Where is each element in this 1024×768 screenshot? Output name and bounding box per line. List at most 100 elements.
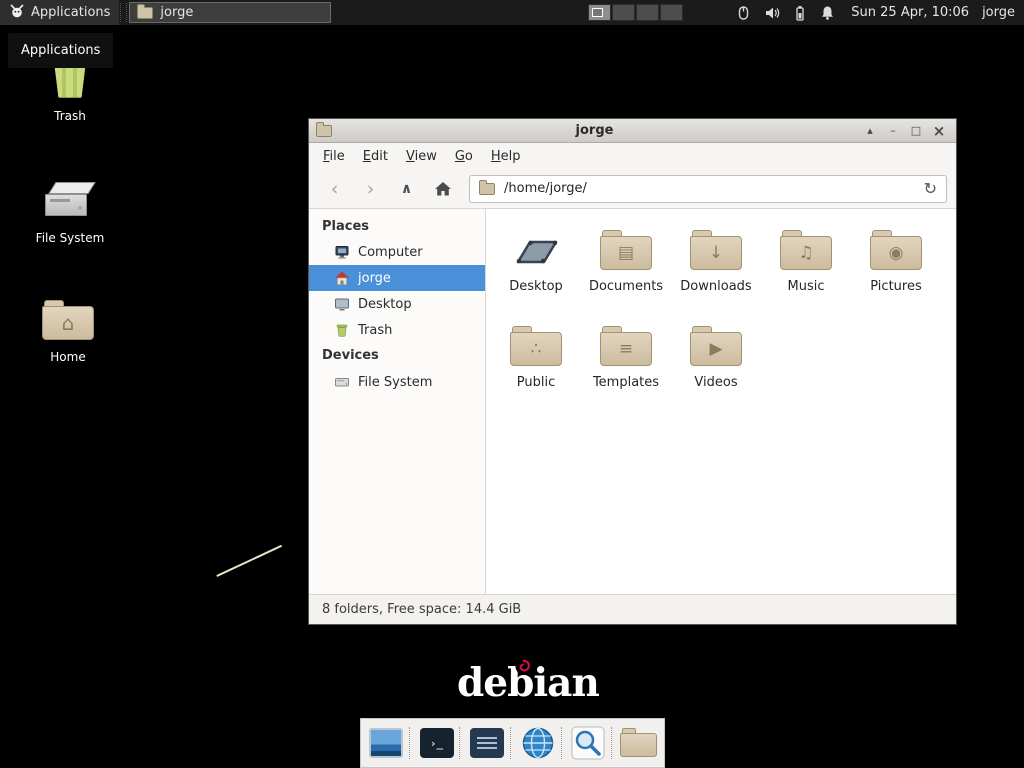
file-item-music[interactable]: ♫ Music [761, 225, 851, 321]
battery-icon[interactable] [791, 4, 808, 21]
desktop-icon [334, 296, 350, 312]
terminal-icon: ›_ [420, 728, 454, 758]
workspace-3[interactable] [636, 4, 659, 21]
desktop-icon-label: Trash [22, 109, 118, 123]
dock-separator [459, 727, 464, 759]
volume-icon[interactable] [763, 4, 780, 21]
text-terminal-icon [470, 728, 504, 758]
file-item-downloads[interactable]: ↓ Downloads [671, 225, 761, 321]
public-folder-icon: ∴ [509, 325, 563, 367]
user-menu[interactable]: jorge [982, 5, 1015, 20]
sidebar-header-places: Places [309, 215, 485, 239]
file-item-label: Documents [589, 279, 663, 294]
minimize-button[interactable]: – [883, 122, 903, 140]
dock-text-terminal-button[interactable] [466, 722, 508, 764]
computer-icon [334, 244, 350, 260]
reload-icon[interactable]: ↻ [924, 179, 937, 198]
back-button[interactable]: ‹ [318, 175, 351, 203]
statusbar: 8 folders, Free space: 14.4 GiB [309, 594, 956, 624]
file-item-pictures[interactable]: ◉ Pictures [851, 225, 941, 321]
applications-menu-button[interactable]: Applications [0, 0, 119, 25]
sidebar-header-devices: Devices [309, 343, 485, 369]
home-icon [433, 180, 453, 198]
dock-web-browser-button[interactable] [517, 722, 559, 764]
notifications-bell-icon[interactable] [819, 4, 836, 21]
file-item-label: Templates [593, 375, 659, 390]
downloads-folder-icon: ↓ [689, 229, 743, 271]
maximize-button[interactable]: □ [906, 122, 926, 140]
desktop-icon-home[interactable]: ⌂ Home [20, 291, 116, 364]
trash-icon [334, 322, 350, 338]
desktop-icon [369, 728, 403, 758]
dock-terminal-button[interactable]: ›_ [416, 722, 458, 764]
path-folder-icon [479, 183, 495, 195]
panel-separator-handle[interactable] [120, 3, 127, 22]
applications-menu-label: Applications [31, 5, 110, 20]
menu-edit[interactable]: Edit [354, 145, 397, 168]
shade-button[interactable]: ▴ [860, 122, 880, 140]
desktop-icon-filesystem[interactable]: File System [22, 172, 118, 245]
workspace-switcher[interactable] [588, 4, 683, 21]
file-item-videos[interactable]: ▶ Videos [671, 321, 761, 417]
file-item-documents[interactable]: ▤ Documents [581, 225, 671, 321]
menu-go[interactable]: Go [446, 145, 482, 168]
window-title: jorge [332, 123, 857, 138]
sidebar-item-trash[interactable]: Trash [309, 317, 485, 343]
desktop-workspace-icon [509, 229, 563, 271]
system-tray [735, 4, 836, 21]
window-titlebar[interactable]: jorge ▴ – □ × [309, 119, 956, 143]
sidebar-item-label: Trash [358, 323, 392, 338]
desktop-icon-label: Home [20, 350, 116, 364]
sidebar-item-label: jorge [358, 271, 391, 286]
debian-swirl-icon [515, 658, 532, 675]
menu-file[interactable]: File [314, 145, 354, 168]
videos-folder-icon: ▶ [689, 325, 743, 367]
documents-folder-icon: ▤ [599, 229, 653, 271]
path-text: /home/jorge/ [504, 181, 587, 196]
sidebar-item-file-system[interactable]: File System [309, 369, 485, 395]
file-item-templates[interactable]: ≡ Templates [581, 321, 671, 417]
path-bar[interactable]: /home/jorge/ ↻ [469, 175, 947, 203]
dock-desktop-button[interactable] [365, 722, 407, 764]
close-button[interactable]: × [929, 122, 949, 140]
dock-separator [510, 727, 515, 759]
file-item-label: Pictures [870, 279, 921, 294]
menu-help[interactable]: Help [482, 145, 530, 168]
sidebar-item-label: File System [358, 375, 432, 390]
mouse-settings-icon[interactable] [735, 4, 752, 21]
sidebar-item-jorge[interactable]: jorge [309, 265, 485, 291]
workspace-window-outline [592, 8, 603, 17]
clock[interactable]: Sun 25 Apr, 10:06 [851, 5, 969, 20]
sidebar-item-label: Desktop [358, 297, 412, 312]
dock-file-manager-button[interactable] [618, 722, 660, 764]
dock-separator [561, 727, 566, 759]
home-folder-icon: ⌂ [20, 291, 116, 341]
workspace-2[interactable] [612, 4, 635, 21]
top-panel: Applications jorge [0, 0, 1024, 25]
file-manager-window: jorge ▴ – □ × File Edit View Go Help ‹ ›… [308, 118, 957, 625]
hard-drive-icon [22, 172, 118, 222]
home-button[interactable] [426, 175, 459, 203]
file-icon-view: Desktop ▤ Documents ↓ Downloads ♫ Music … [486, 209, 956, 594]
up-button[interactable]: ∧ [390, 175, 423, 203]
forward-button[interactable]: › [354, 175, 387, 203]
menu-view[interactable]: View [397, 145, 446, 168]
workspace-4[interactable] [660, 4, 683, 21]
sidebar-item-desktop[interactable]: Desktop [309, 291, 485, 317]
hard-drive-icon [334, 374, 350, 390]
xfce-mouse-icon [9, 3, 25, 23]
stray-line-artifact [216, 545, 282, 577]
file-item-label: Music [788, 279, 825, 294]
sidebar: Places Computer jorge [309, 209, 486, 594]
file-item-public[interactable]: ∴ Public [491, 321, 581, 417]
taskbar-window-button[interactable]: jorge [129, 2, 331, 23]
file-item-label: Downloads [680, 279, 751, 294]
workspace-1[interactable] [588, 4, 611, 21]
dock-application-finder-button[interactable] [568, 722, 610, 764]
sidebar-item-computer[interactable]: Computer [309, 239, 485, 265]
window-folder-icon [316, 125, 332, 137]
file-item-label: Videos [694, 375, 737, 390]
home-icon [334, 270, 350, 286]
file-item-desktop[interactable]: Desktop [491, 225, 581, 321]
magnifier-icon [571, 726, 605, 760]
